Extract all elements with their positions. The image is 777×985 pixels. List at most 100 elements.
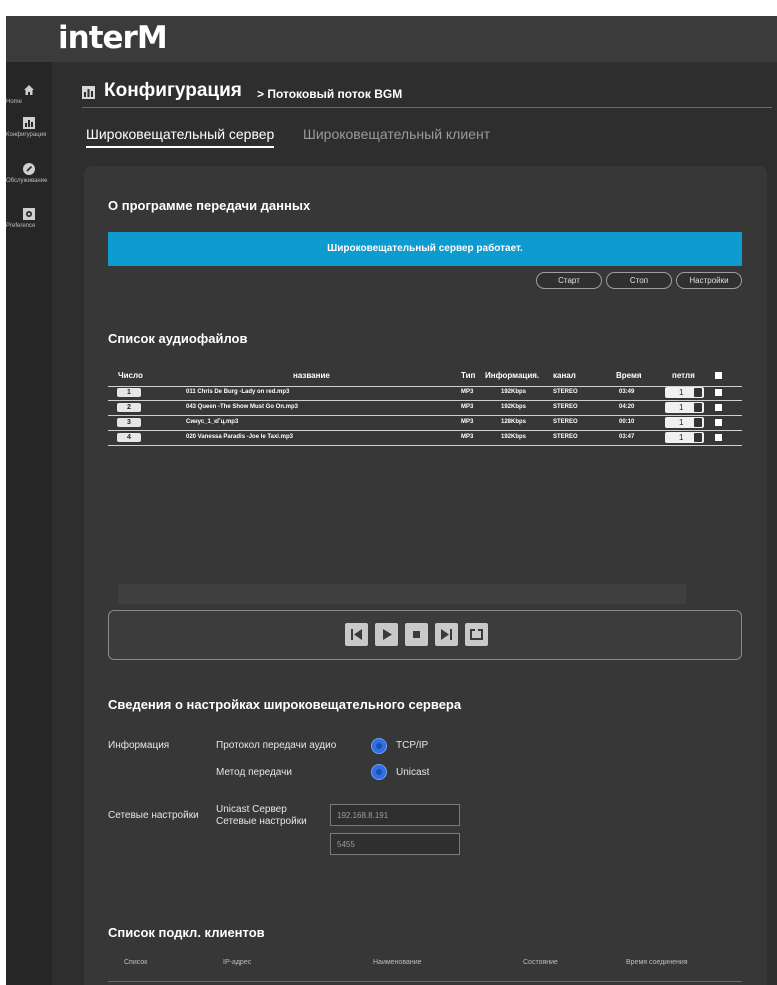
file-type: MP3 (461, 434, 474, 440)
unicast-network-label: Сетевые настройки (216, 816, 307, 827)
next-icon (441, 629, 452, 640)
method-label: Метод передачи (216, 767, 292, 778)
spinner-icon[interactable] (694, 403, 702, 412)
breadcrumb: Конфигурация > Потоковый поток BGM (82, 79, 772, 108)
server-info-heading: Сведения о настройках широковещательного… (108, 697, 462, 712)
select-all-checkbox[interactable] (715, 372, 722, 379)
row-number: 4 (117, 433, 141, 442)
chart-icon (82, 86, 95, 99)
column-header: петля (672, 371, 695, 380)
loop-value: 1 (679, 403, 684, 412)
table-header: Число название Тип Информация. канал Вре… (108, 366, 742, 387)
row-checkbox[interactable] (715, 434, 722, 441)
repeat-icon (470, 628, 483, 640)
previous-icon (351, 629, 362, 640)
file-time: 03:47 (619, 434, 635, 440)
app-window: interM Home Конфигурация Обслуживание Pr… (6, 16, 777, 985)
file-bitrate: 128Kbps (501, 419, 527, 425)
protocol-label: Протокол передачи аудио (216, 740, 337, 751)
file-time: 00:10 (619, 419, 635, 425)
table-row[interactable]: 1 011 Chris De Burg -Lady on red.mp3 MP3… (108, 386, 742, 401)
info-label: Информация (108, 740, 170, 751)
repeat-button[interactable] (465, 623, 488, 646)
main-panel: О программе передачи данных Широковещате… (84, 166, 767, 985)
audio-list-heading: Список аудиофайлов (108, 331, 248, 346)
column-header: Число (118, 371, 143, 380)
spinner-icon[interactable] (694, 418, 702, 427)
stop-icon (413, 631, 420, 638)
sidebar-item-preference[interactable]: Preference (6, 208, 52, 229)
column-header: название (293, 371, 330, 380)
stop-playback-button[interactable] (405, 623, 428, 646)
sidebar-item-label: Home (6, 99, 23, 105)
sidebar: Home Конфигурация Обслуживание Preferenc… (6, 62, 52, 985)
column-header: Время (616, 371, 642, 380)
file-channel: STEREO (553, 434, 578, 440)
sidebar-item-home[interactable]: Home (6, 84, 52, 105)
table-row[interactable]: 4 020 Vanessa Paradis -Joe le Taxi.mp3 M… (108, 431, 742, 446)
protocol-radio[interactable] (372, 739, 386, 753)
file-bitrate: 192Kbps (501, 389, 527, 395)
table-row[interactable]: 3 Синус_1_кГц.mp3 MP3 128Kbps STEREO 00:… (108, 416, 742, 431)
file-type: MP3 (461, 419, 474, 425)
sidebar-item-label: Preference (6, 223, 36, 229)
row-checkbox[interactable] (715, 389, 722, 396)
method-radio[interactable] (372, 765, 386, 779)
column-header: Список (124, 959, 148, 966)
play-button[interactable] (375, 623, 398, 646)
column-header: Тип (461, 371, 476, 380)
tab-broadcast-client[interactable]: Широковещательный клиент (303, 126, 490, 146)
loop-stepper[interactable]: 1 (665, 432, 704, 443)
row-number: 3 (117, 418, 141, 427)
page-title: Конфигурация (104, 80, 242, 101)
spinner-icon[interactable] (694, 433, 702, 442)
home-icon (24, 85, 34, 95)
player-controls (108, 610, 742, 660)
next-button[interactable] (435, 623, 458, 646)
unicast-server-label: Unicast Сервер (216, 804, 287, 815)
loop-stepper[interactable]: 1 (665, 417, 704, 428)
tab-broadcast-server[interactable]: Широковещательный сервер (86, 126, 275, 148)
sidebar-item-maintenance[interactable]: Обслуживание (6, 163, 52, 184)
file-time: 04:20 (619, 404, 635, 410)
loop-stepper[interactable]: 1 (665, 402, 704, 413)
stop-button[interactable]: Стоп (606, 272, 672, 289)
loop-value: 1 (679, 418, 684, 427)
column-header: Время соединения (626, 959, 688, 966)
file-name: Синус_1_кГц.mp3 (186, 419, 239, 425)
sidebar-item-config[interactable]: Конфигурация (6, 117, 52, 138)
play-icon (383, 629, 392, 640)
start-button[interactable]: Старт (536, 272, 602, 289)
row-checkbox[interactable] (715, 404, 722, 411)
row-number: 2 (117, 403, 141, 412)
loop-stepper[interactable]: 1 (665, 387, 704, 398)
about-heading: О программе передачи данных (108, 198, 311, 213)
column-header: канал (553, 371, 576, 380)
loop-value: 1 (679, 388, 684, 397)
file-type: MP3 (461, 389, 474, 395)
port-field[interactable]: 5455 (330, 833, 460, 855)
gear-icon (23, 208, 35, 220)
spinner-icon[interactable] (694, 388, 702, 397)
method-value: Unicast (396, 767, 430, 778)
file-bitrate: 192Kbps (501, 434, 527, 440)
sidebar-item-label: Конфигурация (6, 132, 47, 138)
file-channel: STEREO (553, 404, 578, 410)
row-checkbox[interactable] (715, 419, 722, 426)
table-row[interactable]: 2 043 Queen -The Show Must Go On.mp3 MP3… (108, 401, 742, 416)
progress-bar[interactable] (118, 584, 686, 604)
file-channel: STEREO (553, 419, 578, 425)
ip-address-field[interactable]: 192.168.8.191 (330, 804, 460, 826)
clients-table-header: Список IP-адрес Наименование Состояние В… (108, 959, 742, 982)
page-subtitle: > Потоковый поток BGM (257, 87, 403, 101)
file-time: 03:49 (619, 389, 635, 395)
row-number: 1 (117, 388, 141, 397)
protocol-value: TCP/IP (396, 740, 429, 751)
intermlogo: interM (58, 20, 168, 56)
file-type: MP3 (461, 404, 474, 410)
file-bitrate: 192Kbps (501, 404, 527, 410)
settings-button[interactable]: Настройки (676, 272, 742, 289)
status-banner: Широковещательный сервер работает. (108, 232, 742, 266)
file-name: 043 Queen -The Show Must Go On.mp3 (186, 404, 299, 410)
previous-button[interactable] (345, 623, 368, 646)
